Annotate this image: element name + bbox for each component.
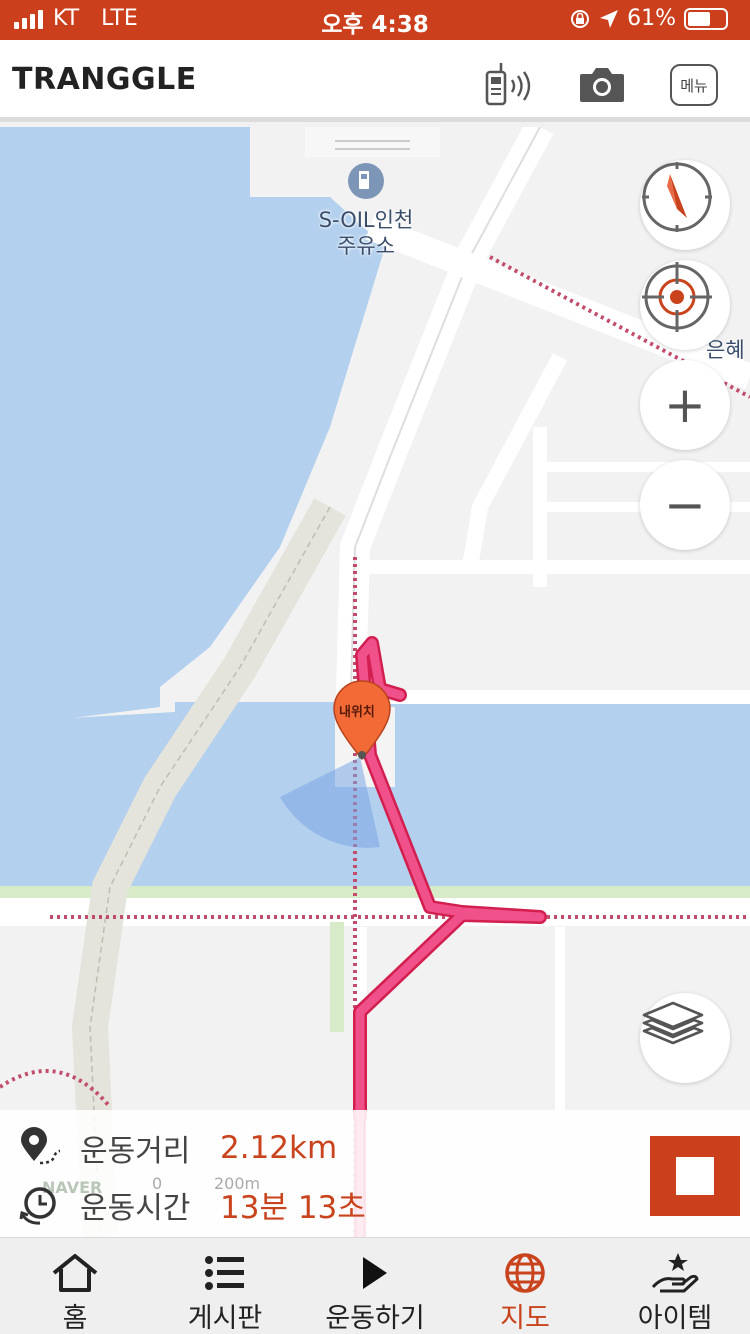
battery-icon [684, 7, 728, 30]
my-location-button[interactable] [640, 260, 730, 350]
time-label: 운동시간 [80, 1190, 191, 1226]
stop-icon [676, 1157, 714, 1195]
status-bar: KT LTE 오후 4:38 61% [0, 0, 750, 40]
nav-item-items[interactable]: 아이템 [600, 1238, 750, 1334]
nav-label: 아이템 [637, 1303, 713, 1334]
nav-label: 지도 [500, 1303, 550, 1334]
crosshair-icon [642, 262, 712, 332]
compass-button[interactable] [640, 160, 730, 250]
camera-icon[interactable] [578, 64, 626, 108]
rotation-lock-icon [571, 9, 590, 28]
zoom-out-button[interactable]: − [640, 460, 730, 550]
nav-label: 게시판 [187, 1303, 263, 1334]
location-arrow-icon [600, 9, 619, 28]
compass-icon [642, 162, 712, 232]
nav-item-map[interactable]: 지도 [450, 1238, 600, 1334]
walkie-talkie-icon[interactable] [483, 62, 537, 110]
map-label-gas-station: S-OIL인천 주유소 [318, 208, 414, 258]
time-value: 13분 13초 [220, 1190, 366, 1226]
distance-label: 운동거리 [80, 1134, 191, 1169]
map-pin-route-icon [21, 1127, 61, 1165]
zoom-in-button[interactable]: + [640, 360, 730, 450]
minus-icon: − [664, 476, 706, 534]
map-canvas [0, 127, 750, 1237]
app-header: TRANGGLE 메뉴 [0, 40, 750, 122]
workout-stats-panel: NAVER 0 200m 운동거리 2.12km 운동시간 13분 13초 [0, 1110, 750, 1237]
play-icon [361, 1250, 389, 1296]
layers-icon [642, 1001, 704, 1045]
list-icon [205, 1250, 245, 1296]
nav-label: 홈 [62, 1303, 88, 1334]
my-location-pin-label: 내위치 [339, 705, 375, 720]
nav-label: 운동하기 [325, 1303, 425, 1334]
item-hand-icon [650, 1250, 700, 1296]
nav-item-home[interactable]: 홈 [0, 1238, 150, 1334]
globe-icon [504, 1250, 546, 1296]
battery-percent: 61% [627, 6, 676, 31]
stop-button[interactable] [650, 1136, 740, 1216]
app-logo: TRANGGLE [12, 62, 197, 97]
plus-icon: + [664, 376, 706, 434]
layers-button[interactable] [640, 993, 730, 1083]
nav-item-workout[interactable]: 운동하기 [300, 1238, 450, 1334]
distance-row: 운동거리 2.12km [18, 1126, 337, 1170]
home-icon [51, 1250, 99, 1296]
clock-refresh-icon [19, 1186, 56, 1225]
nav-item-board[interactable]: 게시판 [150, 1238, 300, 1334]
menu-button[interactable]: 메뉴 [670, 64, 718, 106]
bottom-nav: 홈 게시판 운동하기 지도 아이템 [0, 1237, 750, 1334]
distance-value: 2.12km [220, 1130, 338, 1166]
map-view[interactable]: S-OIL인천 주유소 은혜 내위치 + − [0, 127, 750, 1237]
time-row: 운동시간 13분 13초 [18, 1182, 366, 1227]
